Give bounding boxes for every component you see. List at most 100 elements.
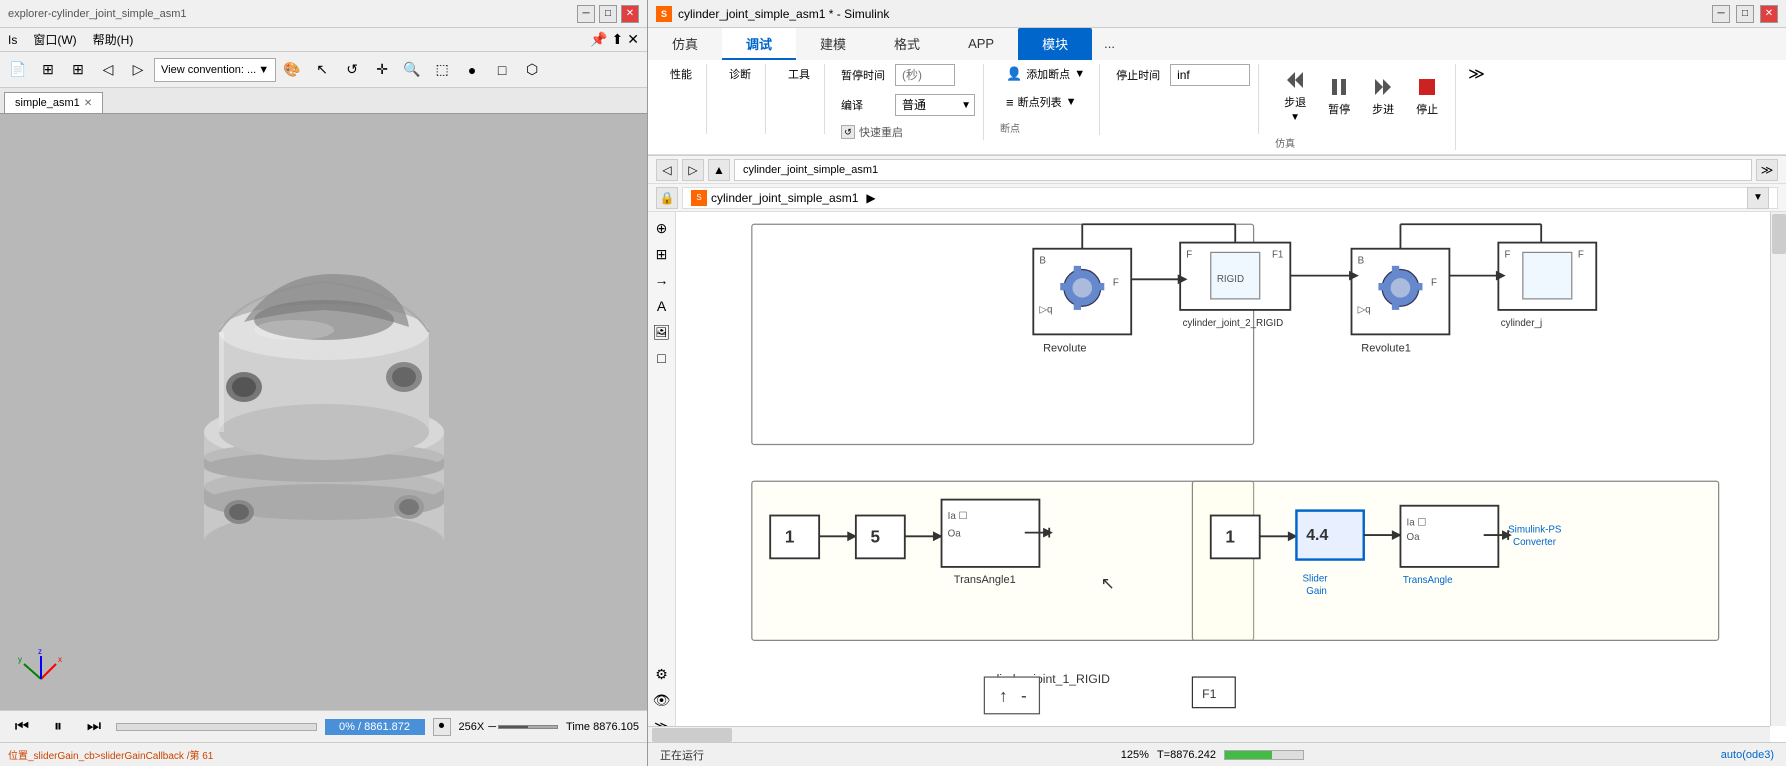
nav-back-btn[interactable]: ◁ bbox=[656, 159, 678, 181]
nav-expand-btn[interactable]: ≫ bbox=[1756, 159, 1778, 181]
svg-text:Converter: Converter bbox=[1513, 537, 1557, 548]
box-btn[interactable]: □ bbox=[488, 56, 516, 84]
menu-is[interactable]: Is bbox=[8, 33, 17, 47]
zoom-btn[interactable]: 🔍 bbox=[398, 56, 426, 84]
move-btn[interactable]: ✛ bbox=[368, 56, 396, 84]
left-title-text: explorer-cylinder_joint_simple_asm1 bbox=[8, 8, 187, 20]
zoom-minus[interactable]: ─ bbox=[488, 721, 496, 733]
settings-icon[interactable]: ⚙ bbox=[650, 662, 674, 686]
step-back-arrow[interactable]: ▼ bbox=[1290, 112, 1300, 123]
cylinder-btn[interactable]: ⬡ bbox=[518, 56, 546, 84]
tab-app[interactable]: APP bbox=[944, 28, 1018, 60]
svg-text:F1: F1 bbox=[1202, 687, 1216, 701]
svg-text:F1: F1 bbox=[1272, 249, 1283, 260]
color-btn[interactable]: 🎨 bbox=[278, 56, 306, 84]
tab-model[interactable]: 建模 bbox=[796, 28, 870, 60]
perf-label: 性能 bbox=[670, 66, 692, 82]
text-icon[interactable]: A bbox=[650, 294, 674, 318]
tab-blocks[interactable]: 模块 bbox=[1018, 28, 1092, 60]
svg-text:↑: ↑ bbox=[999, 686, 1008, 706]
select-btn[interactable]: ⬚ bbox=[428, 56, 456, 84]
ribbon-collapse-btn[interactable]: ≫ bbox=[1464, 64, 1489, 84]
fast-restart-label[interactable]: 快速重启 bbox=[859, 124, 903, 140]
zoom-in-icon[interactable]: ⊕ bbox=[650, 216, 674, 240]
sphere-btn[interactable]: ● bbox=[458, 56, 486, 84]
view-convention-selector[interactable]: View convention: ... ▼ bbox=[154, 58, 276, 82]
nav-breadcrumb: cylinder_joint_simple_asm1 bbox=[734, 159, 1752, 181]
cad-tab[interactable]: simple_asm1 ✕ bbox=[4, 92, 103, 113]
step-back-btn[interactable]: 步退 ▼ bbox=[1275, 64, 1315, 127]
breakpoint-group: 👤 添加断点 ▼ ≡ 断点列表 ▼ 断点 bbox=[992, 64, 1100, 135]
box-icon[interactable]: □ bbox=[650, 346, 674, 370]
right-minimize-btn[interactable]: ─ bbox=[1712, 5, 1730, 23]
svg-text:cylinder_j: cylinder_j bbox=[1501, 318, 1542, 329]
compile-row: 编译 普通 快速 ▼ bbox=[841, 94, 975, 116]
stoptime-input[interactable] bbox=[1170, 64, 1250, 86]
compile-mode-select[interactable]: 普通 快速 bbox=[895, 94, 975, 116]
diag-btn[interactable]: 诊断 bbox=[723, 64, 757, 84]
nav-bar: ◁ ▷ ▲ cylinder_joint_simple_asm1 ≫ bbox=[648, 156, 1786, 184]
add-breakpoint-arrow[interactable]: ▼ bbox=[1074, 68, 1085, 80]
right-title-buttons: ─ □ ✕ bbox=[1712, 5, 1778, 23]
arrow-icon[interactable]: → bbox=[650, 268, 674, 292]
scroll-thumb-v[interactable] bbox=[1772, 214, 1786, 254]
model-dropdown-btn[interactable]: ▼ bbox=[1747, 187, 1769, 209]
right-close-btn[interactable]: ✕ bbox=[1760, 5, 1778, 23]
tab-debug[interactable]: 调试 bbox=[722, 28, 796, 60]
tab-simulation[interactable]: 仿真 bbox=[648, 28, 722, 60]
zoom-slider[interactable] bbox=[498, 725, 558, 729]
grid-btn[interactable]: ⊞ bbox=[34, 56, 62, 84]
pause-time-input[interactable] bbox=[895, 64, 955, 86]
step-forward-btn[interactable]: 步进 bbox=[1363, 71, 1403, 121]
play-pause-btn[interactable]: ⏸ bbox=[44, 713, 72, 741]
eye-icon[interactable]: 👁 bbox=[650, 688, 674, 712]
menu-maximize-icon[interactable]: ⬆ bbox=[612, 31, 624, 48]
canvas-scroll-v[interactable] bbox=[1770, 212, 1786, 726]
pointer-btn[interactable]: ↖ bbox=[308, 56, 336, 84]
nav-up-btn[interactable]: ▲ bbox=[708, 159, 730, 181]
more-button[interactable]: ... bbox=[1092, 28, 1127, 60]
left-titlebar: explorer-cylinder_joint_simple_asm1 ─ □ … bbox=[0, 0, 647, 28]
canvas-scroll-h[interactable] bbox=[648, 726, 1770, 742]
tab-format[interactable]: 格式 bbox=[870, 28, 944, 60]
status-progress: 125% T=8876.242 bbox=[720, 749, 1705, 761]
image-icon[interactable]: 🖼 bbox=[650, 320, 674, 344]
solver-link[interactable]: auto(ode3) bbox=[1721, 749, 1774, 761]
rewind-btn[interactable]: ⏮ bbox=[8, 713, 36, 741]
ribbon-tabs: 仿真 调试 建模 格式 APP 模块 ... bbox=[648, 28, 1786, 60]
stop-btn[interactable]: 停止 bbox=[1407, 71, 1447, 121]
menu-window[interactable]: 窗口(W) bbox=[33, 31, 76, 48]
svg-text:TransAngle: TransAngle bbox=[1403, 575, 1453, 586]
grid2-btn[interactable]: ⊞ bbox=[64, 56, 92, 84]
close-button[interactable]: ✕ bbox=[621, 5, 639, 23]
perf-btn[interactable]: 性能 bbox=[664, 64, 698, 84]
minimize-button[interactable]: ─ bbox=[577, 5, 595, 23]
tab-close-icon[interactable]: ✕ bbox=[84, 98, 92, 109]
scroll-thumb-h[interactable] bbox=[652, 728, 732, 742]
rotate-btn[interactable]: ↺ bbox=[338, 56, 366, 84]
menu-help[interactable]: 帮助(H) bbox=[93, 31, 134, 48]
maximize-button[interactable]: □ bbox=[599, 5, 617, 23]
step-btn[interactable]: ⏭ bbox=[80, 713, 108, 741]
tools-btn[interactable]: 工具 bbox=[782, 64, 816, 84]
arrow-right-btn[interactable]: ▷ bbox=[124, 56, 152, 84]
perf-group: 性能 bbox=[656, 64, 707, 134]
cad-3d-object bbox=[164, 232, 484, 592]
arrow-left-btn[interactable]: ◁ bbox=[94, 56, 122, 84]
menu-pin-icon[interactable]: 📌 bbox=[590, 31, 607, 48]
model-lock-btn[interactable]: 🔒 bbox=[656, 187, 678, 209]
new-btn[interactable]: 📄 bbox=[4, 56, 32, 84]
left-panel: explorer-cylinder_joint_simple_asm1 ─ □ … bbox=[0, 0, 648, 766]
step-forward-icon bbox=[1371, 75, 1395, 99]
pause-sim-btn[interactable]: 暂停 bbox=[1319, 71, 1359, 121]
right-maximize-btn[interactable]: □ bbox=[1736, 5, 1754, 23]
add-breakpoint-btn[interactable]: 👤 添加断点 ▼ bbox=[1000, 64, 1091, 84]
breakpoint-list-btn[interactable]: ≡ 断点列表 ▼ bbox=[1000, 92, 1082, 112]
progress-track[interactable] bbox=[116, 723, 317, 731]
breakpoint-list-arrow[interactable]: ▼ bbox=[1066, 96, 1077, 108]
nav-forward-btn[interactable]: ▷ bbox=[682, 159, 704, 181]
cad-viewport: x y z bbox=[0, 114, 647, 710]
fit-icon[interactable]: ⊞ bbox=[650, 242, 674, 266]
menu-close-small[interactable]: ✕ bbox=[627, 31, 639, 48]
record-btn[interactable]: ⏺ bbox=[433, 718, 451, 736]
